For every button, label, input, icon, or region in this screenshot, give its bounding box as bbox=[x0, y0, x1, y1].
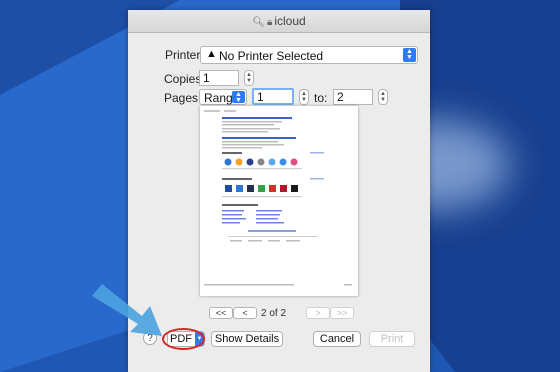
first-page-button[interactable]: << bbox=[209, 307, 233, 319]
window-title: 🔍︎ 🔒︎ icloud bbox=[128, 14, 430, 28]
last-page-button[interactable]: >> bbox=[330, 307, 354, 319]
pages-from-stepper[interactable]: ▲ ▼ bbox=[299, 89, 309, 105]
titlebar: 🔍︎ 🔒︎ icloud bbox=[128, 10, 430, 33]
pages-to-stepper[interactable]: ▲ ▼ bbox=[378, 89, 388, 105]
page-indicator: 2 of 2 bbox=[261, 308, 287, 319]
pages-mode-select[interactable]: Range ▲ ▼ bbox=[199, 89, 247, 105]
next-page-button[interactable]: > bbox=[306, 307, 330, 319]
show-details-button[interactable]: Show Details bbox=[211, 331, 283, 347]
cancel-button[interactable]: Cancel bbox=[313, 331, 361, 347]
lock-icon: 🔒︎ bbox=[267, 17, 273, 28]
page-preview-content bbox=[204, 110, 352, 286]
window-title-text: icloud bbox=[274, 14, 306, 28]
search-icon: 🔍︎ bbox=[252, 17, 265, 28]
copies-stepper[interactable]: ▲ ▼ bbox=[244, 70, 254, 86]
previous-page-button[interactable]: < bbox=[233, 307, 257, 319]
pages-from-field[interactable]: 1 bbox=[252, 88, 294, 105]
pages-to-label: to: bbox=[314, 91, 328, 105]
printer-select-value: No Printer Selected bbox=[219, 49, 324, 63]
arrow-pointer-icon bbox=[92, 284, 162, 336]
pages-to-field[interactable]: 2 bbox=[333, 89, 373, 105]
chevron-updown-icon: ▲ ▼ bbox=[403, 48, 416, 62]
chevron-updown-icon: ▲ ▼ bbox=[232, 91, 245, 104]
warning-icon: ▲ bbox=[206, 48, 217, 60]
pages-label: Pages: bbox=[164, 91, 202, 105]
print-button[interactable]: Print bbox=[369, 331, 415, 347]
printer-select[interactable]: ▲ No Printer Selected ▲ ▼ bbox=[200, 46, 418, 64]
copies-field[interactable]: 1 bbox=[199, 70, 239, 86]
page-preview bbox=[200, 106, 358, 296]
printer-label: Printer: bbox=[165, 48, 204, 62]
